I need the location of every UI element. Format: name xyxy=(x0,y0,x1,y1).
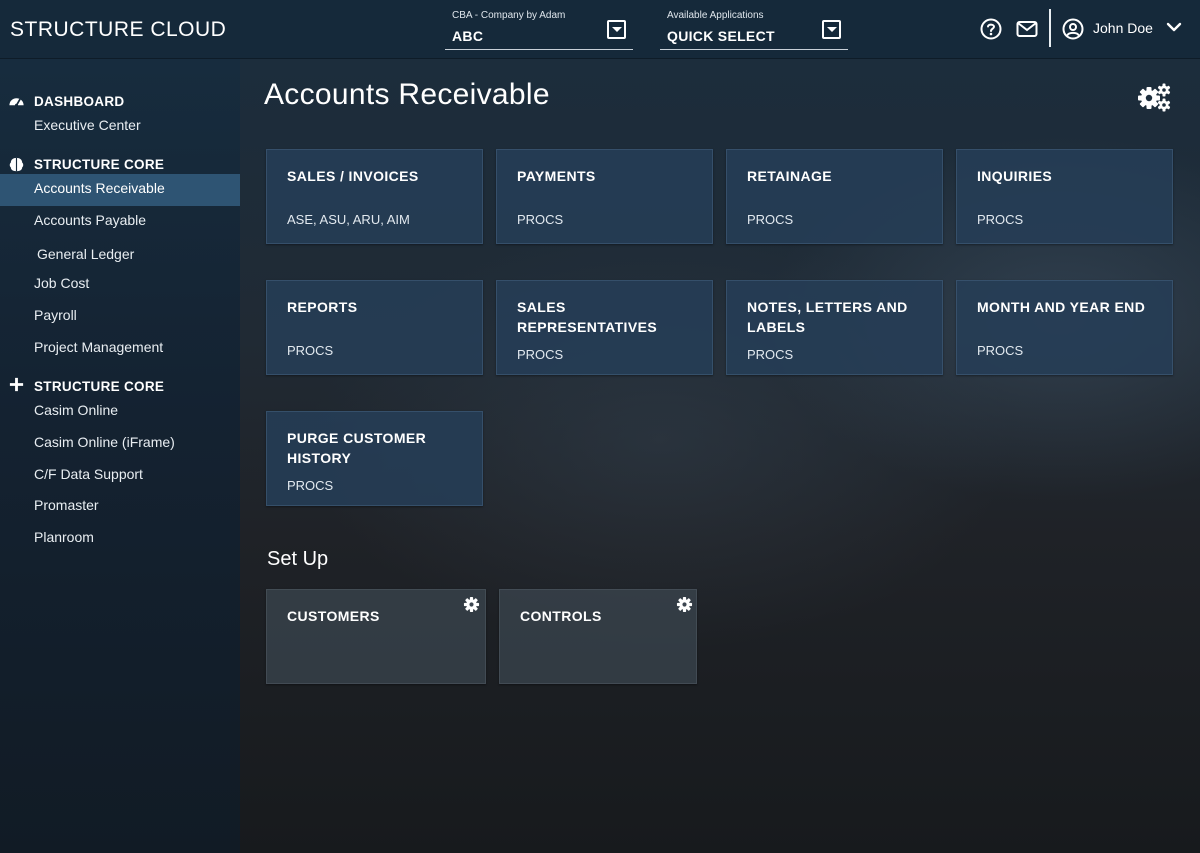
tile-subtitle: PROCS xyxy=(517,347,564,362)
tile-title: SALES REPRESENTATIVES xyxy=(517,299,658,335)
sidebar-item-promaster[interactable]: Promaster xyxy=(34,497,99,513)
tile-title: INQUIRIES xyxy=(977,168,1053,184)
tile-subtitle: PROCS xyxy=(517,212,564,227)
tile-title: CUSTOMERS xyxy=(287,608,380,624)
dropdown-caret-icon[interactable] xyxy=(822,20,841,39)
tile-subtitle: PROCS xyxy=(287,478,334,493)
tile-title: CONTROLS xyxy=(520,608,602,624)
tile-controls[interactable]: CONTROLS xyxy=(499,589,697,684)
mail-icon[interactable] xyxy=(1016,18,1038,40)
tile-subtitle: PROCS xyxy=(287,343,334,358)
sidebar-item-casim-online[interactable]: Casim Online xyxy=(34,402,118,418)
tile-title: PAYMENTS xyxy=(517,168,596,184)
application-selector-value: QUICK SELECT xyxy=(667,28,775,44)
user-name[interactable]: John Doe xyxy=(1093,20,1153,36)
sidebar-item-general-ledger[interactable]: General Ledger xyxy=(37,246,134,262)
brain-icon xyxy=(9,157,24,172)
tile-subtitle: PROCS xyxy=(977,212,1024,227)
tile-inquiries[interactable]: INQUIRIES PROCS xyxy=(956,149,1173,244)
sidebar-item-job-cost[interactable]: Job Cost xyxy=(34,275,89,291)
sidebar-item-accounts-receivable[interactable]: Accounts Receivable xyxy=(34,180,165,196)
page-title: Accounts Receivable xyxy=(264,78,550,111)
tile-title: SALES / INVOICES xyxy=(287,168,419,184)
sidebar-section-structure-core[interactable]: STRUCTURE CORE xyxy=(34,157,164,172)
sidebar-item-planroom[interactable]: Planroom xyxy=(34,529,94,545)
tile-customers[interactable]: CUSTOMERS xyxy=(266,589,486,684)
gear-icon[interactable] xyxy=(676,596,693,613)
sidebar-item-executive-center[interactable]: Executive Center xyxy=(34,117,141,133)
help-icon[interactable] xyxy=(980,18,1002,40)
top-header: STRUCTURE CLOUD CBA - Company by Adam AB… xyxy=(0,0,1200,59)
tile-title: PURGE CUSTOMER HISTORY xyxy=(287,430,427,466)
header-divider xyxy=(1049,9,1051,47)
dashboard-icon xyxy=(9,98,24,107)
tile-purge-customer-history[interactable]: PURGE CUSTOMER HISTORY PROCS xyxy=(266,411,483,506)
tile-notes-letters-labels[interactable]: NOTES, LETTERS AND LABELS PROCS xyxy=(726,280,943,375)
sidebar-section-dashboard[interactable]: DASHBOARD xyxy=(34,94,124,109)
sidebar-section-structure-core-2[interactable]: STRUCTURE CORE xyxy=(34,379,164,394)
application-selector-label: Available Applications xyxy=(667,10,764,21)
tile-payments[interactable]: PAYMENTS PROCS xyxy=(496,149,713,244)
tile-title: RETAINAGE xyxy=(747,168,833,184)
tile-subtitle: PROCS xyxy=(747,212,794,227)
application-selector[interactable]: Available Applications QUICK SELECT xyxy=(660,9,848,50)
sidebar-item-project-management[interactable]: Project Management xyxy=(34,339,163,355)
setup-section-title: Set Up xyxy=(267,548,329,570)
sidebar-item-payroll[interactable]: Payroll xyxy=(34,307,77,323)
company-selector-value: ABC xyxy=(452,28,484,44)
sidebar-item-cf-data-support[interactable]: C/F Data Support xyxy=(34,466,143,482)
plus-icon xyxy=(9,377,24,392)
company-selector[interactable]: CBA - Company by Adam ABC xyxy=(445,9,633,50)
tile-subtitle: PROCS xyxy=(977,343,1024,358)
tile-title: REPORTS xyxy=(287,299,358,315)
dropdown-caret-icon[interactable] xyxy=(607,20,626,39)
tile-title: MONTH AND YEAR END xyxy=(977,299,1146,315)
tile-title: NOTES, LETTERS AND LABELS xyxy=(747,299,908,335)
gear-icon[interactable] xyxy=(463,596,480,613)
user-icon[interactable] xyxy=(1062,18,1084,40)
tile-subtitle: PROCS xyxy=(747,347,794,362)
company-selector-label: CBA - Company by Adam xyxy=(452,10,566,21)
sidebar-item-casim-online-iframe[interactable]: Casim Online (iFrame) xyxy=(34,434,175,450)
tile-sales-representatives[interactable]: SALES REPRESENTATIVES PROCS xyxy=(496,280,713,375)
tile-sales-invoices[interactable]: SALES / INVOICES ASE, ASU, ARU, AIM xyxy=(266,149,483,244)
tile-retainage[interactable]: RETAINAGE PROCS xyxy=(726,149,943,244)
sidebar-item-accounts-payable[interactable]: Accounts Payable xyxy=(34,212,146,228)
tile-reports[interactable]: REPORTS PROCS xyxy=(266,280,483,375)
app-title[interactable]: STRUCTURE CLOUD xyxy=(10,18,226,42)
tile-month-year-end[interactable]: MONTH AND YEAR END PROCS xyxy=(956,280,1173,375)
chevron-down-icon[interactable] xyxy=(1166,19,1182,35)
tile-subtitle: ASE, ASU, ARU, AIM xyxy=(287,212,410,227)
settings-gears-icon[interactable] xyxy=(1136,82,1172,112)
